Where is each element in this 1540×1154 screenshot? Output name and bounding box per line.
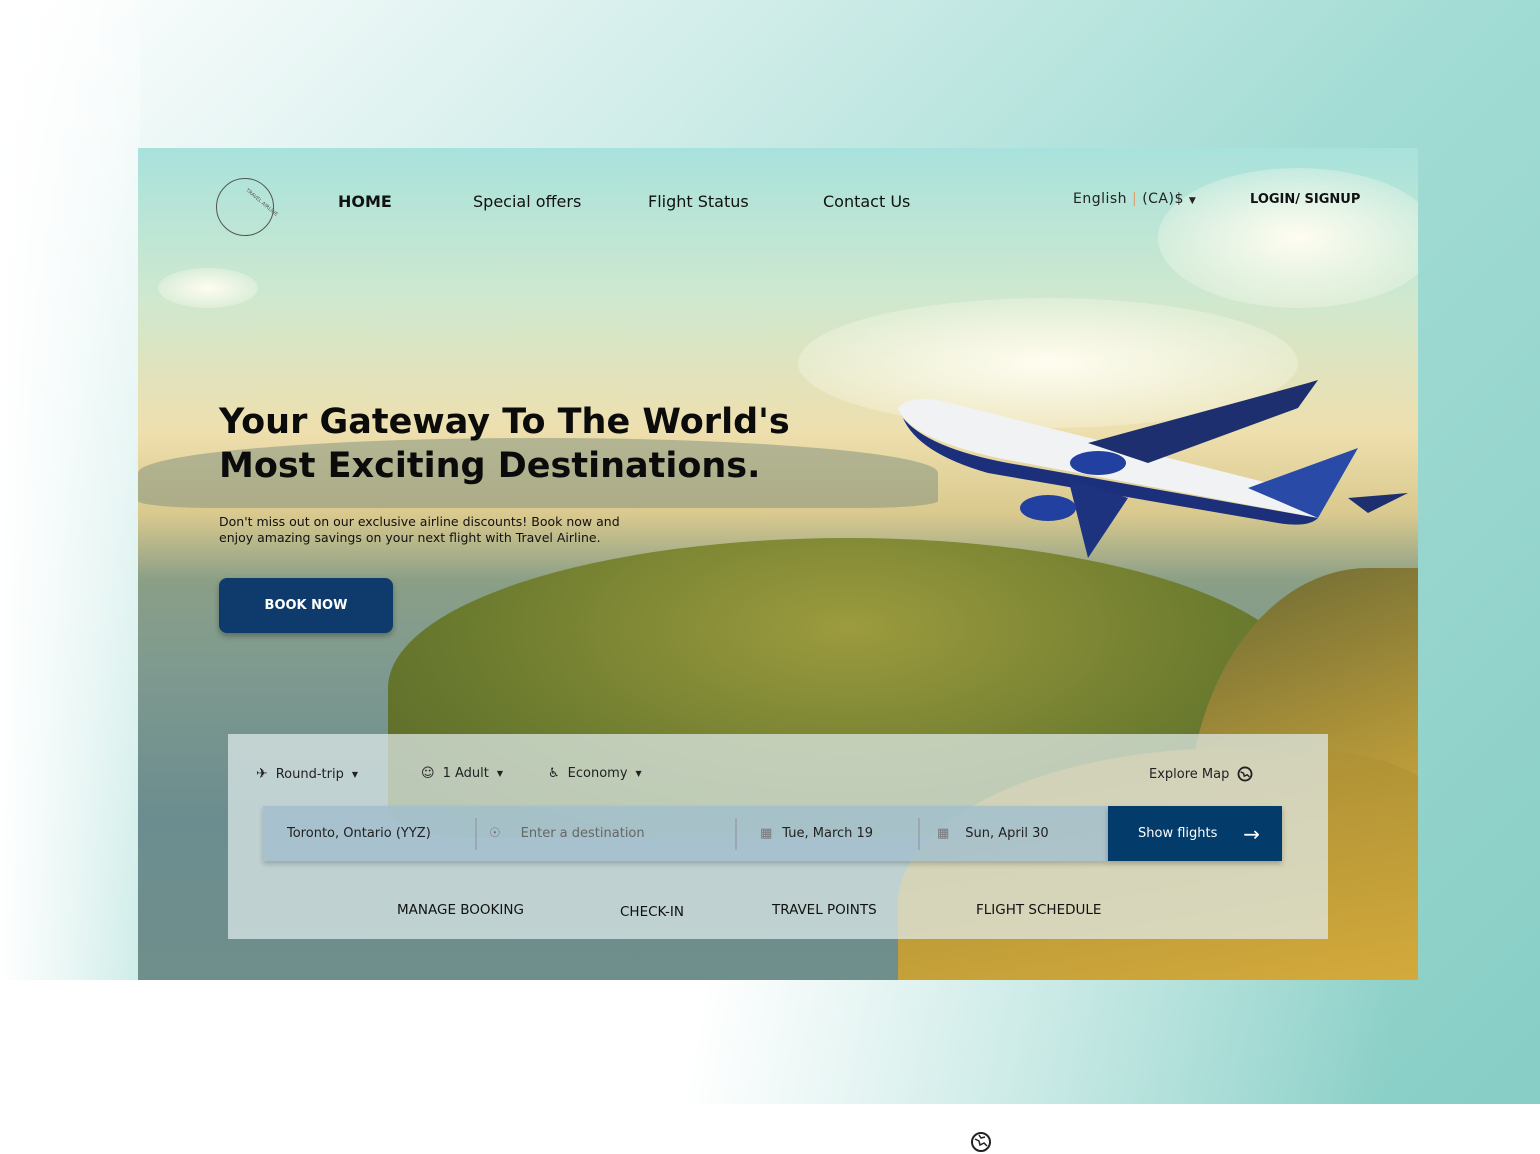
- hero-title: Your Gateway To The World's Most Exciting…: [219, 402, 790, 486]
- background-fade: [0, 0, 140, 1104]
- airplane-image: [898, 380, 1408, 558]
- nav-home[interactable]: HOME: [338, 192, 392, 211]
- depart-date-field[interactable]: ▦ Tue, March 19: [760, 806, 873, 861]
- chevron-down-icon: ▼: [635, 769, 642, 778]
- calendar-icon: ▦: [760, 826, 773, 841]
- chevron-down-icon: ▼: [351, 769, 359, 779]
- divider: [735, 818, 737, 850]
- divider: [918, 818, 920, 850]
- location-pin-icon: ☉: [489, 826, 501, 841]
- hero-subtitle: Don't miss out on our exclusive airline …: [219, 514, 620, 545]
- destination-input[interactable]: ☉ Enter a destination: [489, 806, 645, 861]
- explore-map-link[interactable]: Explore Map: [1149, 766, 1253, 782]
- separator: |: [1132, 191, 1138, 207]
- logo[interactable]: TRAVEL AIRLINE: [216, 178, 279, 236]
- currency-label: (CA)$: [1142, 191, 1184, 207]
- flight-schedule-link[interactable]: FLIGHT SCHEDULE: [976, 902, 1101, 918]
- globe-icon: [971, 1132, 991, 1152]
- login-signup-link[interactable]: LOGIN/ SIGNUP: [1250, 192, 1360, 207]
- globe-icon: [1237, 766, 1253, 782]
- chevron-down-icon: ▼: [1188, 196, 1197, 206]
- calendar-icon: ▦: [937, 826, 950, 841]
- flight-search-panel: ✈ Round-trip ▼ ☺ 1 Adult ▼ ♿ Economy ▼ Expl…: [228, 734, 1328, 939]
- background-fade-bottom: [0, 980, 1540, 1104]
- trip-type-dropdown[interactable]: ✈ Round-trip ▼: [256, 766, 358, 782]
- travel-points-link[interactable]: TRAVEL POINTS: [772, 902, 877, 918]
- nav-flight-status[interactable]: Flight Status: [648, 192, 749, 211]
- language-label: English: [1073, 191, 1128, 207]
- check-in-link[interactable]: CHECK-IN: [620, 904, 684, 920]
- nav-contact-us[interactable]: Contact Us: [823, 192, 910, 211]
- person-icon: ☺: [421, 766, 435, 781]
- arrow-right-icon: →: [1243, 821, 1260, 846]
- book-now-button[interactable]: BOOK NOW: [219, 578, 393, 633]
- return-date-field[interactable]: ▦ Sun, April 30: [937, 806, 1049, 861]
- manage-booking-link[interactable]: MANAGE BOOKING: [397, 902, 524, 918]
- top-nav: TRAVEL AIRLINE HOME Special offers Fligh…: [138, 148, 1418, 258]
- seat-icon: ♿: [548, 766, 560, 781]
- airplane-icon: ✈: [256, 766, 268, 782]
- show-flights-button[interactable]: Show flights →: [1108, 806, 1282, 861]
- chevron-down-icon: ▼: [496, 769, 503, 778]
- divider: [475, 818, 477, 850]
- hero-section: TRAVEL AIRLINE HOME Special offers Fligh…: [138, 148, 1418, 980]
- language-currency-selector[interactable]: English | (CA)$ ▼: [1073, 191, 1196, 207]
- passengers-dropdown[interactable]: ☺ 1 Adult ▼: [421, 766, 503, 781]
- cabin-class-dropdown[interactable]: ♿ Economy ▼: [548, 766, 642, 781]
- origin-field[interactable]: Toronto, Ontario (YYZ): [287, 806, 431, 861]
- nav-special-offers[interactable]: Special offers: [473, 192, 581, 211]
- footer-strip: [0, 1104, 1540, 1154]
- search-bar: Toronto, Ontario (YYZ) ☉ Enter a destina…: [263, 806, 1108, 861]
